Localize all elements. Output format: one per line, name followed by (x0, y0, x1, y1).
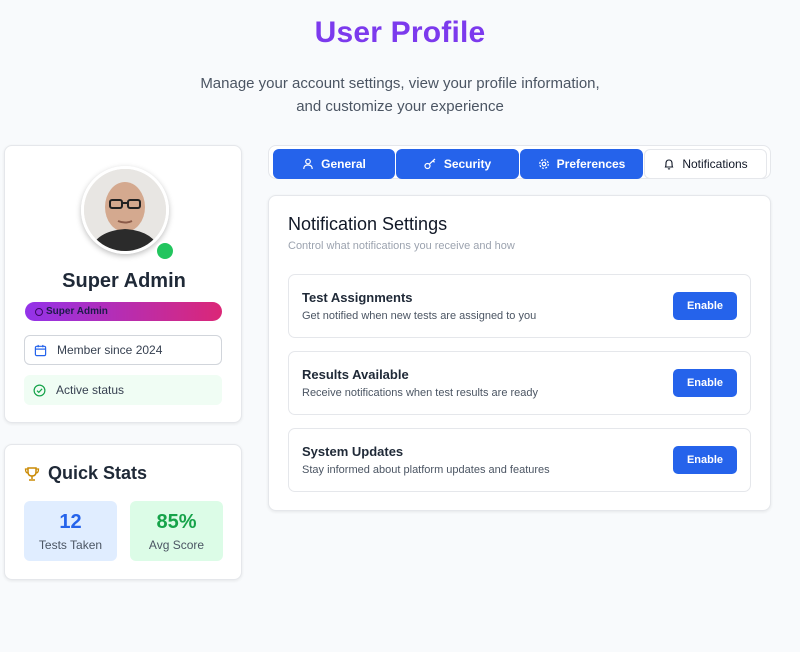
quick-stats-card: Quick Stats 12 Tests Taken 85% Avg Score (4, 444, 242, 580)
quick-stats-title: Quick Stats (48, 463, 148, 483)
enable-system-updates-button[interactable]: Enable (673, 446, 737, 474)
profile-name: Super Admin (62, 270, 186, 292)
notification-settings-subtitle: Control what notifications you receive a… (288, 240, 515, 252)
bell-icon (664, 159, 674, 170)
tab-security-label: Security (443, 157, 492, 171)
tab-notifications-label: Notifications (682, 157, 748, 171)
role-badge: Super Admin (25, 302, 222, 321)
avg-score-label: Avg Score (148, 538, 205, 552)
avg-score-value: 85% (156, 511, 197, 533)
setting-title: Test Assignments (302, 290, 413, 305)
setting-results-available: Results Available Receive notifications … (288, 351, 751, 415)
page-title: User Profile (314, 16, 486, 49)
setting-description: Get notified when new tests are assigned… (302, 310, 537, 322)
enable-test-assignments-button[interactable]: Enable (673, 292, 737, 320)
profile-tabs: General Security Preferences Notificatio… (268, 145, 771, 179)
gear-icon (538, 159, 549, 169)
user-icon (303, 158, 313, 170)
avatar[interactable] (81, 166, 169, 254)
tab-general-label: General (321, 157, 366, 171)
setting-description: Receive notifications when test results … (302, 387, 539, 399)
active-status-text: Active status (56, 383, 125, 397)
tab-preferences-label: Preferences (556, 157, 626, 171)
tab-preferences[interactable]: Preferences (520, 149, 643, 179)
notification-settings-title: Notification Settings (288, 214, 448, 234)
avatar-photo (84, 169, 166, 251)
tab-general[interactable]: General (273, 149, 395, 179)
setting-description: Stay informed about platform updates and… (302, 464, 550, 476)
calendar-icon (34, 344, 47, 356)
member-since-text: Member since 2024 (57, 343, 163, 357)
badge-circle-icon (35, 307, 43, 316)
key-icon (424, 158, 436, 170)
setting-title: Results Available (302, 367, 409, 382)
member-since-row: Member since 2024 (24, 335, 222, 365)
notification-settings-panel: Notification Settings Control what notif… (268, 195, 771, 511)
role-badge-label: Super Admin (46, 306, 108, 317)
tests-taken-label: Tests Taken (38, 538, 103, 552)
setting-title: System Updates (302, 444, 404, 459)
tab-notifications[interactable]: Notifications (644, 149, 767, 179)
setting-test-assignments: Test Assignments Get notified when new t… (288, 274, 751, 338)
check-circle-icon (33, 384, 46, 396)
trophy-icon (24, 466, 40, 481)
enable-results-available-button[interactable]: Enable (673, 369, 737, 397)
page-subtitle: Manage your account settings, view your … (200, 75, 600, 115)
tests-taken-value: 12 (59, 511, 82, 533)
tab-security[interactable]: Security (396, 149, 519, 179)
quick-stats-header: Quick Stats (24, 463, 147, 484)
tests-taken-stat: 12 Tests Taken (24, 501, 117, 561)
profile-card: Super Admin Super Admin Member since 202… (4, 145, 242, 423)
avg-score-stat: 85% Avg Score (130, 501, 223, 561)
online-status-dot (155, 241, 175, 261)
setting-system-updates: System Updates Stay informed about platf… (288, 428, 751, 492)
active-status-row: Active status (24, 375, 222, 405)
